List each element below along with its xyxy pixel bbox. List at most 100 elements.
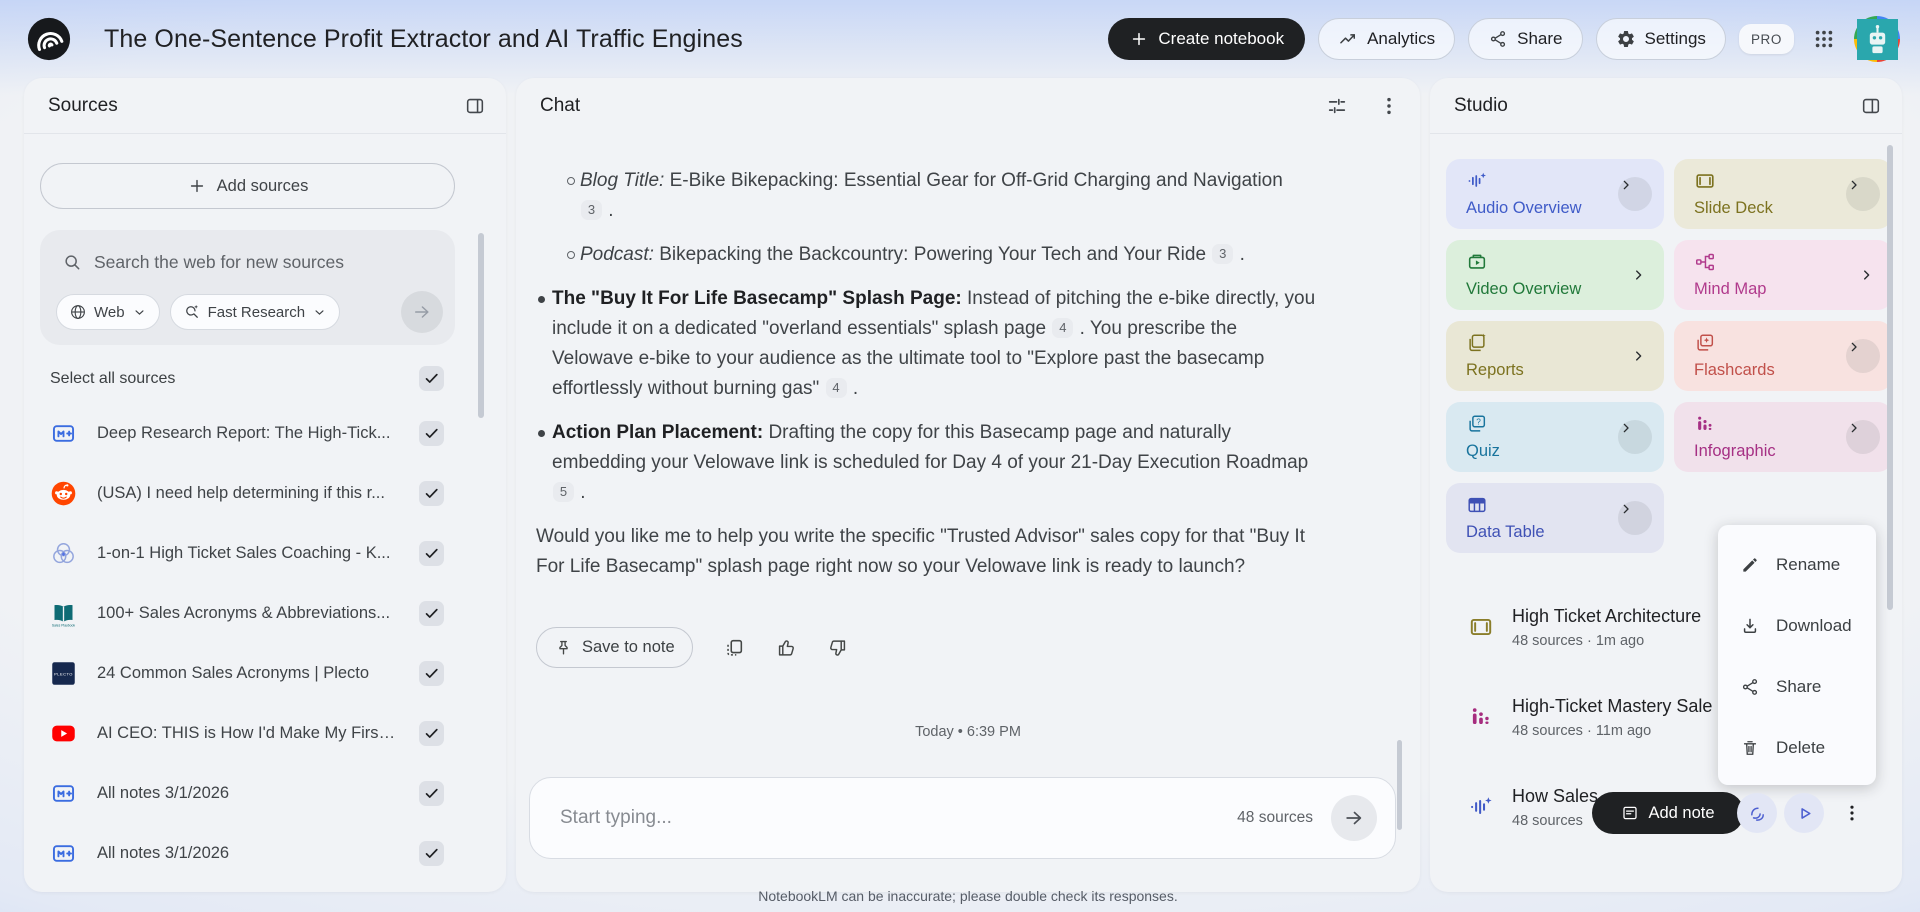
gear-icon [1616,29,1636,49]
source-list-item[interactable]: Sales Playbook 100+ Sales Acronyms & Abbr… [50,583,444,643]
source-checkbox[interactable] [419,720,444,746]
studio-tile-infographic[interactable]: Infographic [1674,402,1892,472]
chevron-down-icon [312,305,327,320]
chevron-right-icon[interactable] [1846,420,1880,454]
collapse-sources-panel-icon[interactable] [464,95,486,117]
web-search-card: Web Fast Research [40,230,455,345]
save-to-note-button[interactable]: Save to note [536,627,693,668]
chat-panel-header: Chat [516,78,1420,134]
source-checkbox[interactable] [419,780,444,806]
studio-tile-reports[interactable]: Reports [1446,321,1664,391]
source-list-item[interactable]: AI CEO: THIS is How I'd Make My First ..… [50,703,444,763]
chat-more-menu-icon[interactable] [1378,95,1400,117]
source-list-item[interactable]: Deep Research Report: The High-Tick... [50,403,444,463]
user-avatar[interactable] [1854,16,1900,62]
studio-tile-flashcards[interactable]: Flashcards [1674,321,1892,391]
source-checkbox[interactable] [419,480,444,506]
infographic-icon [1468,704,1494,730]
context-menu-rename[interactable]: Rename [1718,534,1876,595]
chevron-right-icon[interactable] [1618,501,1652,535]
notebook-title[interactable]: The One-Sentence Profit Extractor and AI… [104,25,743,54]
chevron-right-icon[interactable] [1618,177,1652,211]
citation-chip[interactable]: 3 [581,200,602,220]
add-note-button[interactable]: Add note [1592,792,1744,834]
source-list-item[interactable]: All notes 3/1/2026 [50,763,444,823]
studio-tile-video-overview[interactable]: Video Overview [1446,240,1664,310]
chat-bullet-item: The "Buy It For Life Basecamp" Splash Pa… [536,284,1322,404]
context-menu-delete[interactable]: Delete [1718,717,1876,778]
chat-settings-tune-icon[interactable] [1326,95,1348,117]
chat-sub-item: Blog Title: E-Bike Bikepacking: Essentia… [536,166,1284,226]
chevron-right-icon[interactable] [1858,267,1875,284]
studio-tile-label: Mind Map [1694,280,1767,298]
studio-tile-slide-deck[interactable]: Slide Deck [1674,159,1892,229]
source-list-item[interactable]: All notes 3/1/2026 [50,823,444,883]
chat-panel: Chat Blog Title: E-Bike Bikepacking: Ess… [516,78,1420,892]
doc-note-icon [50,780,77,807]
check-icon [423,485,440,502]
send-message-button[interactable] [1331,795,1377,841]
source-list-item[interactable]: PLECTO 24 Common Sales Acronyms | Plecto [50,643,444,703]
artifact-meta: 48 sources · 1m ago [1512,633,1645,649]
citation-chip[interactable]: 5 [553,482,574,502]
arrow-right-icon [412,302,432,322]
sources-scrollbar[interactable] [478,233,484,418]
studio-tile-data-table[interactable]: Data Table [1446,483,1664,553]
studio-more-menu-icon[interactable] [1842,797,1862,829]
sources-panel: Sources Add sources Web [24,78,506,892]
source-list-item[interactable]: 1-on-1 High Ticket Sales Coaching - K... [50,523,444,583]
audio-wave-icon [1466,170,1488,192]
copy-icon[interactable] [723,637,745,659]
studio-tile-quiz[interactable]: ? Quiz [1446,402,1664,472]
select-all-checkbox[interactable] [419,366,444,391]
source-title: AI CEO: THIS is How I'd Make My First ..… [97,723,399,742]
source-checkbox[interactable] [419,420,444,446]
collapse-studio-panel-icon[interactable] [1860,95,1882,117]
apps-grid-icon[interactable] [1813,28,1835,50]
thumbs-up-icon[interactable] [775,637,797,659]
svg-text:Sales Playbook: Sales Playbook [52,623,75,627]
thumbs-down-icon[interactable] [827,637,849,659]
citation-chip[interactable]: 4 [1052,318,1074,338]
add-sources-button[interactable]: Add sources [40,163,455,209]
source-checkbox[interactable] [419,840,444,866]
play-button[interactable] [1784,793,1824,833]
citation-chip[interactable]: 4 [825,378,847,398]
settings-button[interactable]: Settings [1595,18,1726,60]
chat-input[interactable] [560,807,1238,829]
create-notebook-button[interactable]: Create notebook [1108,18,1306,60]
chevron-right-icon[interactable] [1846,339,1880,373]
chat-message: Blog Title: E-Bike Bikepacking: Essentia… [536,166,1346,596]
select-all-sources-row: Select all sources [50,366,444,391]
source-checkbox[interactable] [419,540,444,566]
web-search-input[interactable] [94,251,439,273]
studio-tile-label: Audio Overview [1466,199,1582,217]
research-mode-chip[interactable]: Fast Research [169,294,341,330]
source-list-item[interactable]: (USA) I need help determining if this r.… [50,463,444,523]
web-filter-chip[interactable]: Web [56,294,160,330]
pushpin-icon [554,638,573,657]
share-button[interactable]: Share [1468,18,1583,60]
source-checkbox[interactable] [419,660,444,686]
chevron-right-icon[interactable] [1618,420,1652,454]
chevron-right-icon[interactable] [1630,267,1647,284]
context-menu-share[interactable]: Share [1718,656,1876,717]
studio-tile-mind-map[interactable]: Mind Map [1674,240,1892,310]
citation-chip[interactable]: 3 [1212,244,1234,264]
sparkle-search-icon [183,303,201,321]
search-submit-button[interactable] [401,291,443,333]
play-icon [1794,803,1815,824]
chat-scrollbar[interactable] [1397,740,1402,830]
analytics-button[interactable]: Analytics [1318,18,1456,60]
chevron-right-icon[interactable] [1846,177,1880,211]
youtube-icon [50,720,77,747]
check-icon [423,845,440,862]
disclaimer-text: NotebookLM can be inaccurate; please dou… [758,888,1178,904]
context-menu-download[interactable]: Download [1718,595,1876,656]
studio-scrollbar[interactable] [1887,145,1893,610]
source-checkbox[interactable] [419,600,444,626]
interactive-mode-button[interactable] [1737,793,1777,833]
chevron-right-icon[interactable] [1630,348,1647,365]
studio-tile-label: Data Table [1466,523,1545,541]
studio-tile-audio-overview[interactable]: Audio Overview [1446,159,1664,229]
